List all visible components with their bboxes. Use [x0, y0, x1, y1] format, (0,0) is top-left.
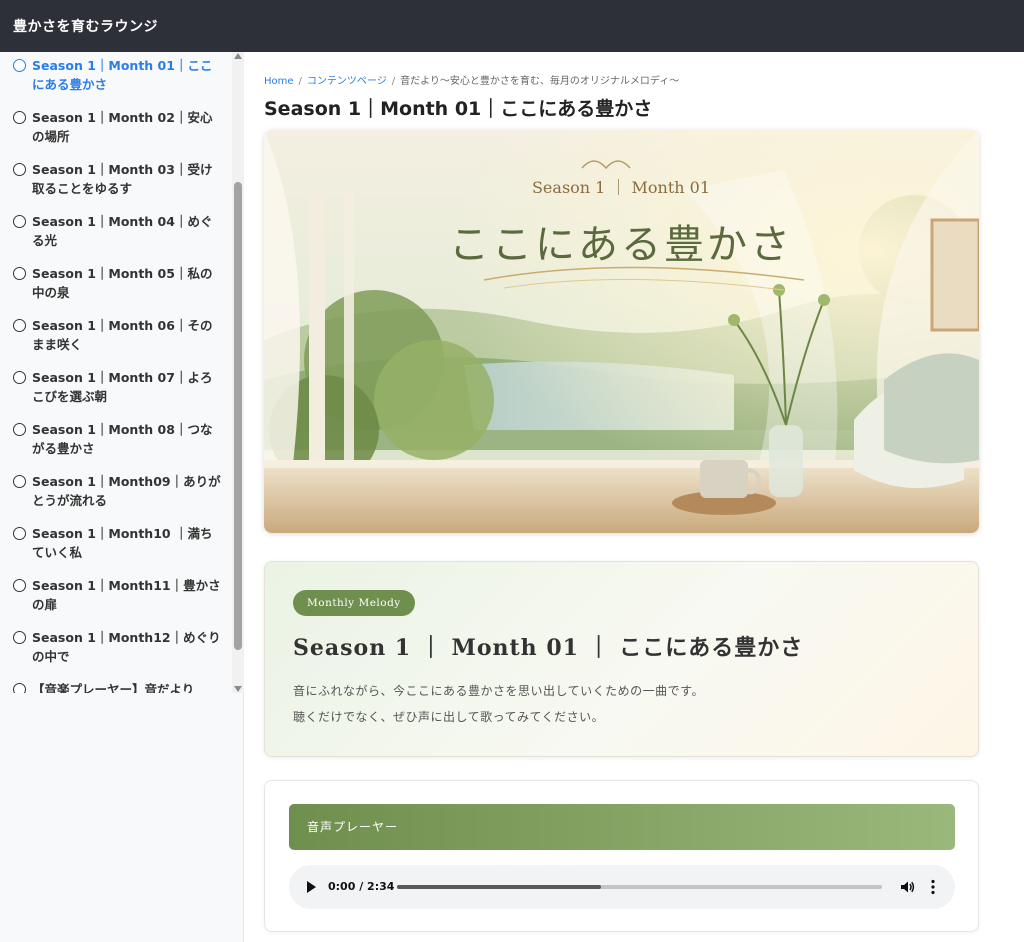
- lesson-label: Season 1｜Month 01｜ここにある豊かさ: [32, 58, 213, 92]
- lesson-label: Season 1｜Month12｜めぐりの中で: [32, 630, 221, 664]
- intro-text-line-2: 聴くだけでなく、ぜひ声に出して歌ってみてください。: [293, 710, 605, 724]
- audio-control[interactable]: 0:00 / 2:34: [289, 865, 955, 909]
- circle-icon: [13, 163, 26, 176]
- circle-icon: [13, 267, 26, 280]
- lesson-label: Season 1｜Month 04｜めぐる光: [32, 214, 213, 248]
- lesson-item-music-player[interactable]: 【音楽プレーヤー】音だより: [13, 676, 222, 693]
- lesson-list: Season 1｜Month 01｜ここにある豊かさ Season 1｜Mont…: [0, 52, 232, 693]
- lesson-item-month-03[interactable]: Season 1｜Month 03｜受け取ることをゆるす: [13, 156, 222, 208]
- scroll-up-arrow-icon[interactable]: [234, 53, 242, 59]
- circle-icon: [13, 683, 26, 693]
- breadcrumb-home-link[interactable]: Home: [264, 76, 294, 87]
- lesson-item-month-07[interactable]: Season 1｜Month 07｜よろこびを選ぶ朝: [13, 364, 222, 416]
- lesson-label: Season 1｜Month 07｜よろこびを選ぶ朝: [32, 370, 213, 404]
- lesson-item-month-01[interactable]: Season 1｜Month 01｜ここにある豊かさ: [13, 52, 222, 104]
- breadcrumb-content-link[interactable]: コンテンツページ: [307, 76, 387, 87]
- monthly-intro-card: Monthly Melody Season 1 ｜ Month 01 ｜ ここに…: [264, 561, 979, 757]
- intro-title: Season 1 ｜ Month 01 ｜ ここにある豊かさ: [293, 635, 804, 661]
- sidebar: Season 1｜Month 01｜ここにある豊かさ Season 1｜Mont…: [0, 52, 244, 942]
- lesson-item-month-08[interactable]: Season 1｜Month 08｜つながる豊かさ: [13, 416, 222, 468]
- lesson-label: Season 1｜Month 08｜つながる豊かさ: [32, 422, 213, 456]
- scroll-down-arrow-icon[interactable]: [234, 686, 242, 692]
- lesson-label: Season 1｜Month 02｜安心の場所: [32, 110, 213, 144]
- breadcrumb: Home / コンテンツページ / 音だより〜安心と豊かさを育む、毎月のオリジナルメロデ…: [264, 72, 679, 87]
- more-vert-icon[interactable]: [929, 878, 937, 896]
- intro-text-line-1: 音にふれながら、今ここにある豊かさを思い出していくための一曲です。: [293, 684, 704, 698]
- lesson-item-month-11[interactable]: Season 1｜Month11｜豊かさの扉: [13, 572, 222, 624]
- circle-icon: [13, 527, 26, 540]
- hero-subtitle: Season 1 ｜ Month 01: [532, 178, 710, 197]
- circle-icon: [13, 631, 26, 644]
- breadcrumb-current: 音だより〜安心と豊かさを育む、毎月のオリジナルメロディ〜: [400, 76, 680, 87]
- circle-icon: [13, 111, 26, 124]
- audio-progress-bar[interactable]: [397, 885, 882, 889]
- circle-icon: [13, 475, 26, 488]
- lesson-label: Season 1｜Month10 ｜満ちていく私: [32, 526, 213, 560]
- circle-icon: [13, 319, 26, 332]
- sidebar-scrollbar[interactable]: [232, 52, 244, 693]
- play-icon[interactable]: [307, 881, 316, 893]
- audio-progress-fill: [397, 885, 601, 889]
- page-title: Season 1｜Month 01｜ここにある豊かさ: [264, 98, 653, 120]
- monthly-melody-badge: Monthly Melody: [293, 590, 415, 616]
- breadcrumb-separator: /: [298, 76, 302, 87]
- breadcrumb-separator: /: [391, 76, 396, 87]
- audio-player-heading: 音声プレーヤー: [307, 820, 399, 834]
- audio-time: 0:00 / 2:34: [328, 880, 395, 893]
- lesson-label: Season 1｜Month09｜ありがとうが流れる: [32, 474, 221, 508]
- site-title[interactable]: 豊かさを育むラウンジ: [13, 16, 158, 36]
- lesson-item-month-06[interactable]: Season 1｜Month 06｜そのまま咲く: [13, 312, 222, 364]
- lesson-item-month-05[interactable]: Season 1｜Month 05｜私の中の泉: [13, 260, 222, 312]
- volume-icon[interactable]: [899, 879, 915, 895]
- lesson-label: Season 1｜Month 06｜そのまま咲く: [32, 318, 213, 352]
- lesson-label: Season 1｜Month11｜豊かさの扉: [32, 578, 221, 612]
- lesson-label: 【音楽プレーヤー】音だより: [32, 682, 195, 693]
- hero-title: ここにある豊かさ: [449, 222, 793, 268]
- circle-icon: [13, 371, 26, 384]
- audio-player-card: 音声プレーヤー 0:00 / 2:34: [264, 780, 979, 932]
- circle-icon: [13, 423, 26, 436]
- top-bar: 豊かさを育むラウンジ: [0, 0, 1024, 52]
- circle-icon: [13, 59, 26, 72]
- audio-player-header: 音声プレーヤー: [289, 804, 955, 850]
- hero-image: Season 1 ｜ Month 01 ここにある豊かさ: [264, 130, 979, 533]
- main-content: Home / コンテンツページ / 音だより〜安心と豊かさを育む、毎月のオリジナルメロデ…: [264, 52, 979, 942]
- lesson-label: Season 1｜Month 03｜受け取ることをゆるす: [32, 162, 213, 196]
- circle-icon: [13, 215, 26, 228]
- lesson-item-month-10[interactable]: Season 1｜Month10 ｜満ちていく私: [13, 520, 222, 572]
- lesson-item-month-02[interactable]: Season 1｜Month 02｜安心の場所: [13, 104, 222, 156]
- lesson-item-month-04[interactable]: Season 1｜Month 04｜めぐる光: [13, 208, 222, 260]
- lesson-label: Season 1｜Month 05｜私の中の泉: [32, 266, 213, 300]
- hero-illustration: Season 1 ｜ Month 01 ここにある豊かさ: [264, 130, 979, 533]
- scrollbar-thumb[interactable]: [234, 182, 242, 650]
- lesson-item-month-09[interactable]: Season 1｜Month09｜ありがとうが流れる: [13, 468, 222, 520]
- circle-icon: [13, 579, 26, 592]
- lesson-item-month-12[interactable]: Season 1｜Month12｜めぐりの中で: [13, 624, 222, 676]
